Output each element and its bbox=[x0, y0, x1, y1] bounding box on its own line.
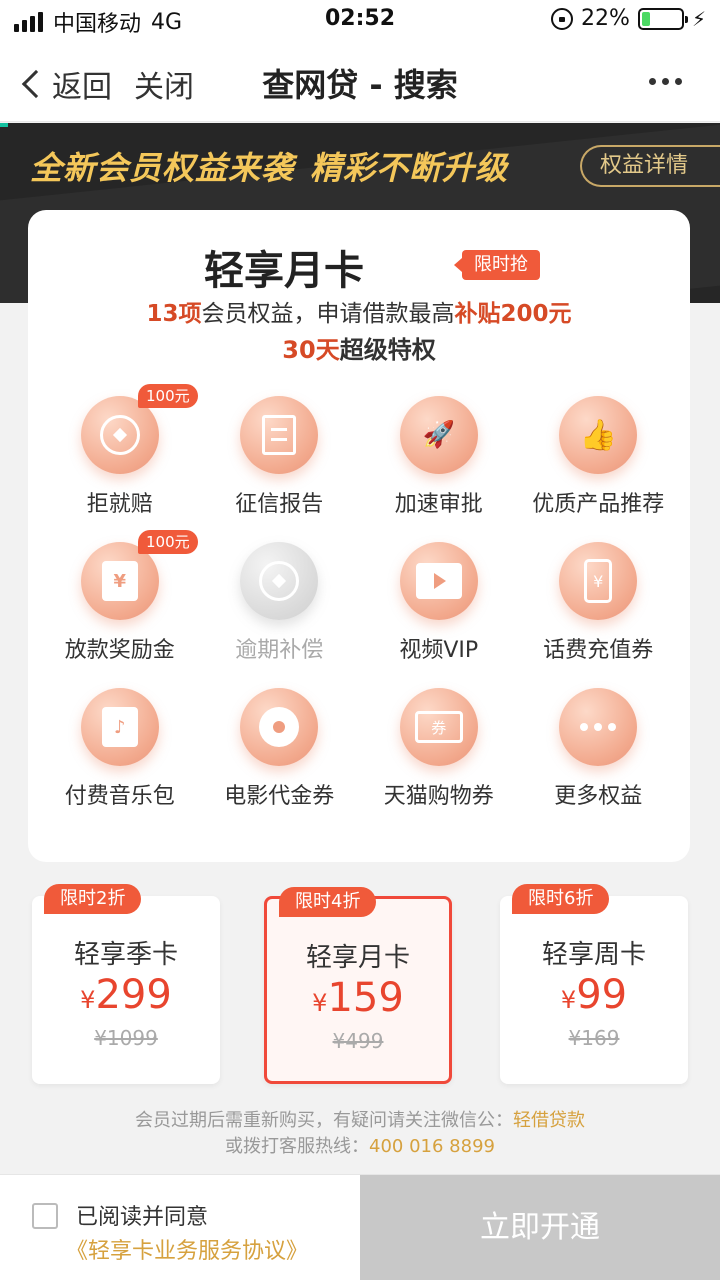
benefit-label: 视频VIP bbox=[399, 638, 479, 663]
hotline-link[interactable]: 400 016 8899 bbox=[369, 1136, 495, 1157]
plan-price: ¥299 bbox=[80, 972, 172, 1018]
subtitle-text: 会员权益，申请借款最高 bbox=[201, 301, 455, 327]
discount-ribbon: 限时6折 bbox=[512, 884, 610, 914]
dot-icon bbox=[649, 78, 656, 85]
benefit-label: 优质产品推荐 bbox=[532, 492, 665, 517]
film-icon bbox=[240, 688, 319, 766]
benefit-label: 话费充值券 bbox=[543, 638, 654, 663]
agree-checkbox[interactable] bbox=[32, 1203, 58, 1229]
discount-ribbon: 限时4折 bbox=[279, 887, 377, 917]
benefit-item[interactable]: 🚀 加速审批 bbox=[359, 390, 519, 517]
thumbs-up-icon: 👍 bbox=[559, 396, 638, 474]
plan-quarterly[interactable]: 限时2折 轻享季卡 ¥299 ¥1099 bbox=[32, 884, 220, 1084]
benefit-grid: 100元 拒就赔 征信报告 🚀 加速审批 👍 优质产品推荐 ¥ 100元 放款奖… bbox=[40, 384, 679, 809]
benefit-item[interactable]: 👍 优质产品推荐 bbox=[519, 390, 679, 517]
discount-ribbon: 限时2折 bbox=[44, 884, 142, 914]
video-icon bbox=[399, 542, 478, 620]
plan-name: 轻享周卡 bbox=[541, 940, 646, 970]
status-bar: 中国移动 4G 02:52 22% ⚡ bbox=[0, 0, 720, 40]
benefit-label: 天猫购物券 bbox=[383, 784, 494, 809]
page-title: 查网贷 - 搜索 bbox=[262, 66, 458, 104]
agree-label: 已阅读并同意 bbox=[76, 1205, 209, 1230]
plan-price: ¥159 bbox=[312, 975, 404, 1021]
bottom-bar: 已阅读并同意 《轻享卡业务服务协议》 立即开通 bbox=[0, 1174, 720, 1280]
plan-original-price: ¥499 bbox=[332, 1029, 384, 1053]
rotation-lock-icon bbox=[551, 7, 574, 30]
limited-offer-tag: 限时抢 bbox=[454, 250, 540, 280]
battery-icon bbox=[637, 7, 688, 30]
benefit-item[interactable]: 更多权益 bbox=[519, 682, 679, 809]
benefit-item[interactable]: ¥ 话费充值券 bbox=[519, 536, 679, 663]
banner-slogan-a: 全新会员权益来袭 bbox=[30, 149, 295, 187]
plan-options: 限时2折 轻享季卡 ¥299 ¥1099 限时4折 轻享月卡 ¥159 ¥499… bbox=[30, 884, 690, 1084]
wechat-account-link[interactable]: 轻借贷款 bbox=[513, 1110, 585, 1131]
benefit-label: 拒就赔 bbox=[86, 492, 153, 517]
agreement-link[interactable]: 《轻享卡业务服务协议》 bbox=[66, 1233, 308, 1265]
benefit-details-button[interactable]: 权益详情 bbox=[580, 145, 720, 187]
charging-icon: ⚡ bbox=[691, 6, 706, 31]
benefit-label: 更多权益 bbox=[554, 784, 643, 809]
footnote-line2: 或拨打客服热线：400 016 8899 bbox=[225, 1136, 495, 1157]
membership-card: 轻享月卡 限时抢 13项会员权益，申请借款最高补贴200元 30天超级特权 10… bbox=[28, 210, 690, 862]
dot-icon bbox=[662, 78, 669, 85]
duration-days: 30天 bbox=[282, 336, 340, 364]
report-icon bbox=[240, 396, 319, 474]
subsidy-text: 补贴200元 bbox=[454, 301, 572, 327]
banner-slogan: 全新会员权益来袭 精彩不断升级 bbox=[30, 143, 508, 189]
benefit-label: 加速审批 bbox=[394, 492, 483, 517]
battery-percent: 22% bbox=[581, 6, 630, 31]
ticket-icon: 券 bbox=[399, 688, 478, 766]
footnote: 会员过期后需重新购买，有疑问请关注微信公：轻借贷款 或拨打客服热线：400 01… bbox=[0, 1108, 720, 1160]
card-title: 轻享月卡 bbox=[28, 238, 690, 296]
banner-accent bbox=[0, 123, 8, 127]
benefit-item[interactable]: ♪ 付费音乐包 bbox=[40, 682, 200, 809]
benefit-item[interactable]: 券 天猫购物券 bbox=[359, 682, 519, 809]
benefit-label: 放款奖励金 bbox=[64, 638, 175, 663]
music-icon: ♪ bbox=[80, 688, 159, 766]
plan-name: 轻享季卡 bbox=[73, 940, 178, 970]
benefit-item[interactable]: 电影代金券 bbox=[200, 682, 360, 809]
benefit-label: 电影代金券 bbox=[224, 784, 335, 809]
more-menu-button[interactable] bbox=[649, 78, 682, 85]
benefit-badge: 100元 bbox=[138, 384, 198, 408]
benefit-item[interactable]: 100元 拒就赔 bbox=[40, 384, 200, 517]
benefit-label: 付费音乐包 bbox=[64, 784, 175, 809]
plan-monthly[interactable]: 限时4折 轻享月卡 ¥159 ¥499 bbox=[264, 887, 452, 1084]
dot-icon bbox=[675, 78, 682, 85]
benefit-badge: 100元 bbox=[138, 530, 198, 554]
footnote-line1: 会员过期后需重新购买，有疑问请关注微信公：轻借贷款 bbox=[135, 1110, 585, 1131]
status-right: 22% ⚡ bbox=[551, 6, 706, 31]
open-now-button[interactable]: 立即开通 bbox=[360, 1175, 720, 1280]
coin-hand-icon bbox=[240, 542, 319, 620]
card-duration: 30天超级特权 bbox=[28, 330, 690, 365]
plan-original-price: ¥169 bbox=[568, 1026, 620, 1050]
rocket-icon: 🚀 bbox=[399, 396, 478, 474]
benefit-label: 征信报告 bbox=[235, 492, 324, 517]
benefit-item[interactable]: 视频VIP bbox=[359, 536, 519, 663]
banner-slogan-b: 精彩不断升级 bbox=[310, 149, 509, 187]
nav-bar: 返回 关闭 查网贷 - 搜索 bbox=[0, 40, 720, 122]
benefit-label: 逾期补偿 bbox=[235, 638, 324, 663]
plan-name: 轻享月卡 bbox=[305, 943, 410, 973]
benefit-item[interactable]: ¥ 100元 放款奖励金 bbox=[40, 530, 200, 663]
phone-recharge-icon: ¥ bbox=[559, 542, 638, 620]
more-icon bbox=[559, 688, 638, 766]
card-title-text: 轻享月卡 bbox=[204, 248, 364, 294]
battery-fill bbox=[641, 11, 651, 26]
benefit-count: 13项 bbox=[146, 301, 202, 327]
benefit-item-disabled: 逾期补偿 bbox=[200, 536, 360, 663]
duration-text: 超级特权 bbox=[339, 336, 436, 364]
card-subtitle: 13项会员权益，申请借款最高补贴200元 bbox=[28, 294, 690, 328]
plan-weekly[interactable]: 限时6折 轻享周卡 ¥99 ¥169 bbox=[500, 884, 688, 1084]
plan-price: ¥99 bbox=[560, 972, 628, 1018]
plan-original-price: ¥1099 bbox=[94, 1026, 158, 1050]
benefit-item[interactable]: 征信报告 bbox=[200, 390, 360, 517]
